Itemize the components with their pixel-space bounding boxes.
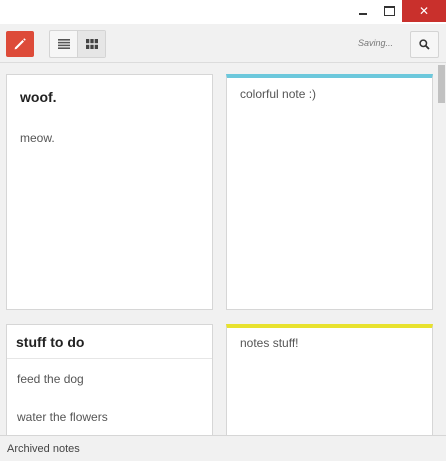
save-status: Saving... bbox=[358, 38, 394, 48]
close-button[interactable]: ✕ bbox=[402, 0, 446, 22]
note-text: notes stuff! bbox=[240, 336, 299, 350]
note-card[interactable]: colorful note :) bbox=[226, 74, 433, 310]
note-card[interactable]: stuff to do feed the dog water the flowe… bbox=[6, 324, 213, 435]
note-title: woof. bbox=[20, 89, 57, 105]
minimize-icon bbox=[359, 13, 367, 15]
minimize-button[interactable] bbox=[350, 0, 376, 22]
toolbar: Saving... bbox=[0, 24, 446, 63]
search-icon bbox=[419, 39, 430, 50]
pencil-icon bbox=[14, 38, 26, 50]
note-card[interactable]: notes stuff! bbox=[226, 324, 433, 435]
note-card[interactable]: woof. meow. bbox=[6, 74, 213, 310]
note-title: stuff to do bbox=[16, 334, 85, 350]
note-text: colorful note :) bbox=[240, 87, 317, 101]
note-list-item: water the flowers bbox=[17, 410, 108, 424]
window-titlebar: ✕ bbox=[0, 0, 446, 24]
search-button[interactable] bbox=[410, 31, 439, 58]
scrollbar[interactable] bbox=[436, 63, 446, 435]
footer: Archived notes bbox=[0, 435, 446, 461]
new-note-button[interactable] bbox=[6, 31, 34, 57]
note-text: meow. bbox=[20, 131, 55, 145]
scrollbar-thumb[interactable] bbox=[438, 65, 445, 103]
notes-grid: woof. meow. colorful note :) stuff to do… bbox=[0, 63, 436, 435]
maximize-button[interactable] bbox=[376, 0, 402, 22]
archived-notes-link[interactable]: Archived notes bbox=[7, 443, 80, 455]
maximize-icon bbox=[383, 6, 395, 16]
note-divider bbox=[7, 358, 212, 359]
list-view-button[interactable] bbox=[50, 31, 77, 57]
view-toggle bbox=[49, 30, 106, 58]
list-icon bbox=[57, 39, 70, 49]
grid-view-button[interactable] bbox=[77, 31, 105, 57]
close-icon: ✕ bbox=[418, 4, 430, 18]
note-list-item: feed the dog bbox=[17, 372, 84, 386]
grid-icon bbox=[85, 39, 98, 49]
